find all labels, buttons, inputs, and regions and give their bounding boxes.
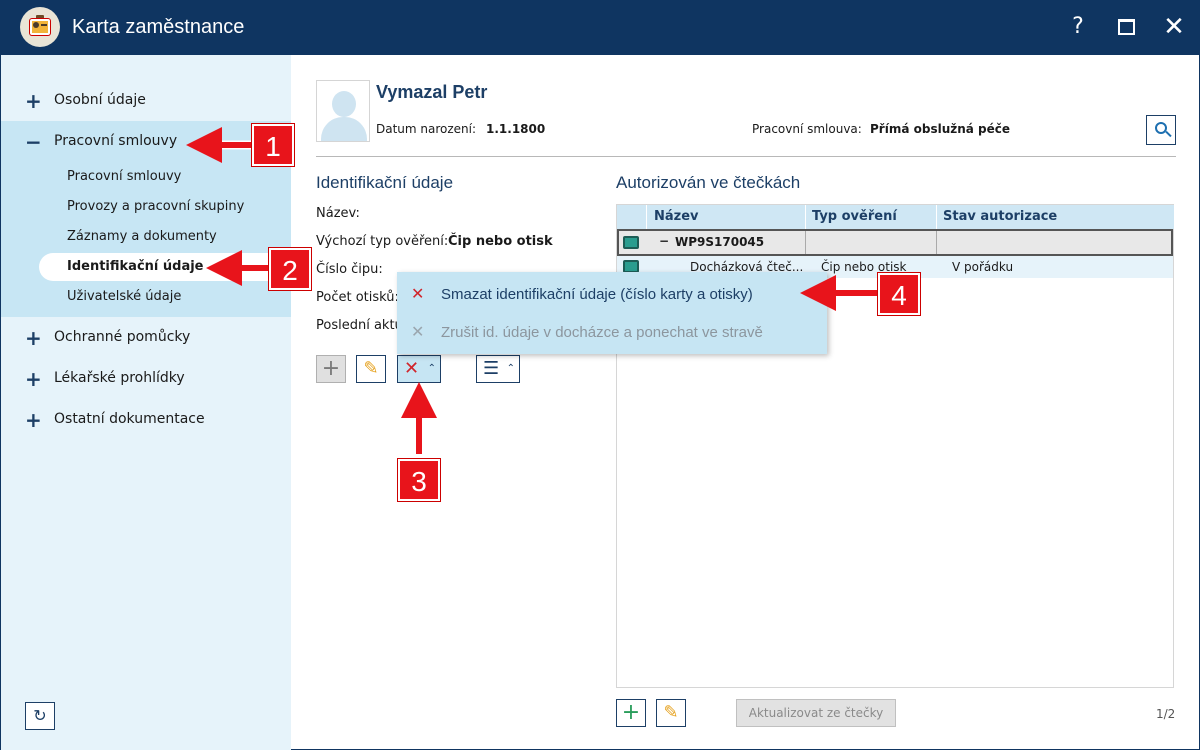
employee-card-icon — [20, 7, 60, 47]
sidebar-item-label: Ochranné pomůcky — [54, 329, 191, 345]
annotation-badge-1: 1 — [252, 124, 294, 166]
window-title: Karta zaměstnance — [72, 16, 245, 38]
sidebar-item-ochranne-pomucky[interactable]: + Ochranné pomůcky — [1, 320, 291, 356]
sidebar-item-label: Ostatní dokumentace — [54, 411, 205, 427]
plus-icon: + — [25, 408, 42, 432]
delete-icon: ✕ — [411, 322, 425, 341]
maximize-icon — [1118, 19, 1135, 35]
menu-dropdown-button[interactable]: ☰ ⌃ — [476, 355, 520, 383]
update-from-reader-button[interactable]: Aktualizovat ze čtečky — [736, 699, 896, 727]
contract-value: Přímá obslužná péče — [870, 122, 1011, 136]
sidebar-item-osobni-udaje[interactable]: + Osobní údaje — [1, 83, 291, 119]
subitem-pracovni-smlouvy[interactable]: Pracovní smlouvy — [67, 165, 181, 189]
subitem-uzivatelske-udaje[interactable]: Uživatelské údaje — [67, 285, 181, 309]
field-typ-overeni-value: Čip nebo otisk — [448, 234, 553, 249]
refresh-icon: ↻ — [33, 706, 47, 725]
search-button[interactable] — [1146, 115, 1176, 145]
ident-section-title: Identifikační údaje — [316, 173, 454, 192]
readers-section-title: Autorizován ve čtečkách — [616, 173, 801, 192]
minus-icon: − — [25, 130, 42, 154]
sidebar-item-label: Pracovní smlouvy — [54, 133, 178, 149]
menu-icon: ☰ — [483, 358, 500, 379]
edit-button[interactable]: ✎ — [356, 355, 386, 383]
maximize-button[interactable] — [1111, 12, 1141, 42]
add-button[interactable]: + — [316, 355, 346, 383]
add-reader-button[interactable]: + — [616, 699, 646, 727]
header-divider — [316, 156, 1176, 157]
annotation-badge-3: 3 — [398, 459, 440, 501]
field-pocet-otisku-label: Počet otisků: — [316, 290, 399, 305]
pencil-icon: ✎ — [663, 702, 679, 723]
subitem-zaznamy[interactable]: Záznamy a dokumenty — [67, 225, 217, 249]
delete-icon: ✕ — [411, 284, 425, 303]
field-posledni-aktualizace-label: Poslední aktu — [316, 318, 403, 333]
subitem-provozy[interactable]: Provozy a pracovní skupiny — [67, 195, 244, 219]
plus-icon: + — [25, 326, 42, 350]
birth-date-value: 1.1.1800 — [486, 122, 546, 136]
field-nazev-label: Název: — [316, 206, 360, 221]
field-cislo-cipu-label: Číslo čipu: — [316, 262, 383, 277]
group-row-name: WP9S170045 — [675, 235, 765, 249]
sidebar-item-pracovni-smlouvy[interactable]: − Pracovní smlouvy — [1, 124, 291, 160]
sidebar-item-ostatni-dokumentace[interactable]: + Ostatní dokumentace — [1, 402, 291, 438]
avatar — [316, 80, 370, 142]
menu-item-smazat[interactable]: ✕ Smazat identifikační údaje (číslo kart… — [397, 274, 827, 314]
menu-item-label: Zrušit id. údaje v docházce a ponechat v… — [441, 324, 763, 341]
edit-reader-button[interactable]: ✎ — [656, 699, 686, 727]
sidebar-item-label: Osobní údaje — [54, 92, 146, 108]
row-status: V pořádku — [952, 260, 1014, 274]
delete-dropdown-menu: ✕ Smazat identifikační údaje (číslo kart… — [397, 272, 827, 354]
reader-icon — [623, 236, 639, 249]
plus-icon: + — [621, 700, 641, 725]
column-header-nazev[interactable]: Název — [654, 209, 699, 224]
chevron-up-icon: ⌃ — [506, 363, 515, 374]
plus-icon: + — [25, 89, 42, 113]
chevron-up-icon: ⌃ — [427, 363, 436, 374]
delete-dropdown-button[interactable]: ✕ ⌃ — [397, 355, 441, 383]
row-type: Čip nebo otisk — [821, 260, 907, 274]
delete-icon: ✕ — [404, 358, 420, 379]
annotation-badge-2: 2 — [269, 248, 311, 290]
employee-name: Vymazal Petr — [376, 82, 488, 102]
refresh-button[interactable]: ↻ — [25, 702, 55, 730]
help-button[interactable]: ? — [1063, 12, 1093, 42]
plus-icon: + — [25, 367, 42, 391]
column-header-stav[interactable]: Stav autorizace — [943, 209, 1057, 224]
page-indicator: 1/2 — [1156, 707, 1176, 721]
birth-date-label: Datum narození: — [376, 122, 477, 136]
title-bar: Karta zaměstnance ? ✕ — [0, 0, 1200, 55]
menu-item-zrusit[interactable]: ✕ Zrušit id. údaje v docházce a ponechat… — [397, 312, 827, 352]
group-toggle[interactable]: − — [659, 234, 669, 248]
sidebar: + Osobní údaje − Pracovní smlouvy Pracov… — [0, 55, 291, 750]
annotation-badge-4: 4 — [878, 273, 920, 315]
close-button[interactable]: ✕ — [1159, 12, 1189, 42]
pencil-icon: ✎ — [363, 358, 379, 379]
sidebar-item-label: Lékařské prohlídky — [54, 370, 185, 386]
menu-item-label: Smazat identifikační údaje (číslo karty … — [441, 286, 753, 303]
subitem-identifikacni-udaje[interactable]: Identifikační údaje — [67, 253, 204, 281]
field-typ-overeni-label: Výchozí typ ověření: — [316, 234, 449, 249]
plus-icon: + — [321, 356, 341, 381]
column-header-typ-overeni[interactable]: Typ ověření — [812, 209, 897, 224]
contract-label: Pracovní smlouva: — [752, 122, 862, 136]
sidebar-item-lekarske-prohlidky[interactable]: + Lékařské prohlídky — [1, 361, 291, 397]
